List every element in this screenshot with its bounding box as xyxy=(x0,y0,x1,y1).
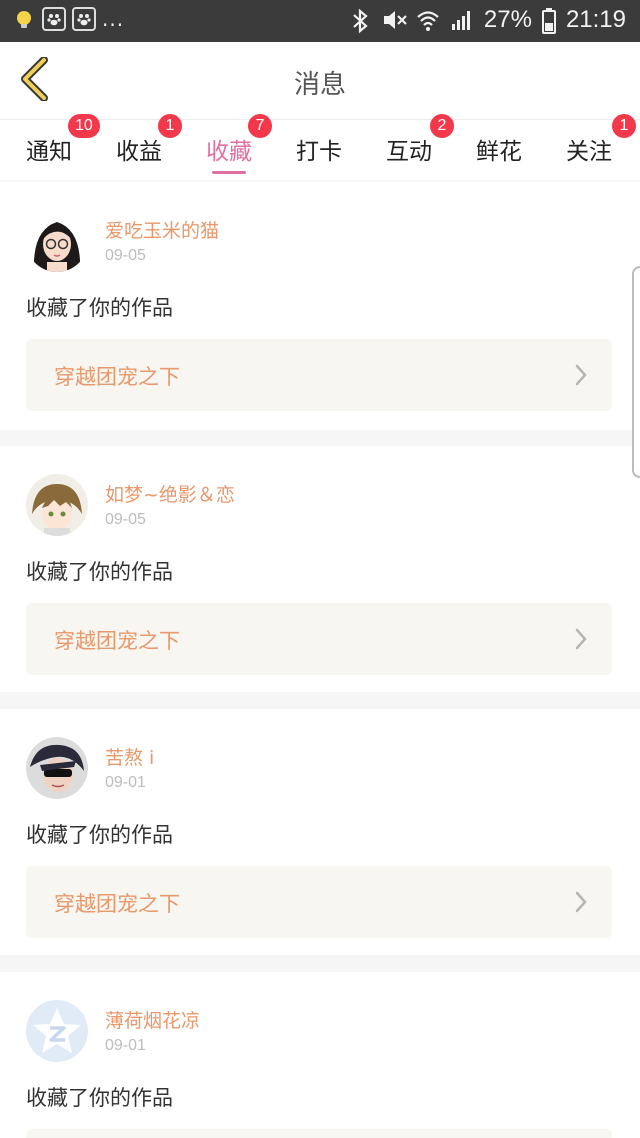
paw-app-icon xyxy=(42,7,66,31)
message-tabs: 通知 10 收益 1 收藏 7 打卡 互动 2 鲜花 关注 1 xyxy=(0,114,640,180)
unread-badge: 1 xyxy=(158,114,182,138)
timestamp: 09-05 xyxy=(105,511,146,528)
username[interactable]: 如梦~绝影＆恋 xyxy=(105,480,235,507)
avatar[interactable] xyxy=(26,737,88,799)
chevron-right-icon xyxy=(574,890,588,914)
tab-checkin[interactable]: 打卡 xyxy=(274,120,364,180)
status-bar: ... 27% 21:19 xyxy=(0,0,640,42)
tab-label: 鲜花 xyxy=(476,139,522,165)
notification-bulb-icon xyxy=(12,7,36,31)
action-text: 收藏了你的作品 xyxy=(26,823,173,847)
username[interactable]: 薄荷烟花凉 xyxy=(105,1006,200,1033)
username[interactable]: 苦熬 i xyxy=(105,743,154,770)
page-title: 消息 xyxy=(293,70,346,100)
battery-icon xyxy=(541,8,556,34)
mute-icon xyxy=(382,8,407,32)
list-item: 薄荷烟花凉 09-01 收藏了你的作品 xyxy=(0,972,640,1138)
app-header: 消息 xyxy=(0,42,640,120)
chevron-right-icon xyxy=(574,627,588,651)
tab-label: 打卡 xyxy=(296,139,342,165)
work-title: 穿越团宠之下 xyxy=(54,629,180,653)
work-title: 穿越团宠之下 xyxy=(54,892,180,916)
unread-badge: 2 xyxy=(430,114,454,138)
action-text: 收藏了你的作品 xyxy=(26,1086,173,1110)
tab-notifications[interactable]: 通知 10 xyxy=(4,114,100,180)
bluetooth-icon xyxy=(348,8,372,34)
action-text: 收藏了你的作品 xyxy=(26,296,173,320)
username[interactable]: 爱吃玉米的猫 xyxy=(105,216,219,243)
clock: 21:19 xyxy=(565,6,626,33)
wifi-icon xyxy=(416,8,440,32)
more-notifications: ... xyxy=(102,7,125,31)
avatar[interactable] xyxy=(26,210,88,272)
work-link[interactable]: 穿越团宠之下 xyxy=(26,339,612,411)
unread-badge: 7 xyxy=(248,114,272,138)
battery-percent: 27% xyxy=(483,6,532,33)
work-link[interactable]: 穿越团宠之下 xyxy=(26,603,612,675)
tab-favorites[interactable]: 收藏 7 xyxy=(184,114,274,180)
scroll-handle[interactable] xyxy=(632,266,640,478)
unread-badge: 1 xyxy=(612,114,636,138)
list-item: 如梦~绝影＆恋 09-05 收藏了你的作品 穿越团宠之下 xyxy=(0,446,640,692)
tab-earnings[interactable]: 收益 1 xyxy=(94,114,184,180)
work-link[interactable] xyxy=(26,1129,612,1138)
active-tab-indicator xyxy=(212,171,246,174)
chevron-right-icon xyxy=(574,363,588,387)
work-link[interactable]: 穿越团宠之下 xyxy=(26,866,612,938)
action-text: 收藏了你的作品 xyxy=(26,560,173,584)
work-title: 穿越团宠之下 xyxy=(54,365,180,389)
timestamp: 09-01 xyxy=(105,774,146,791)
paw-app-icon-2 xyxy=(72,7,96,31)
avatar[interactable] xyxy=(26,474,88,536)
timestamp: 09-05 xyxy=(105,247,146,264)
avatar[interactable] xyxy=(26,1000,88,1062)
tab-flowers[interactable]: 鲜花 xyxy=(454,120,544,180)
timestamp: 09-01 xyxy=(105,1037,146,1054)
list-item: 爱吃玉米的猫 09-05 收藏了你的作品 穿越团宠之下 xyxy=(0,182,640,430)
list-item: 苦熬 i 09-01 收藏了你的作品 穿越团宠之下 xyxy=(0,709,640,955)
tab-interaction[interactable]: 互动 2 xyxy=(364,114,454,180)
tab-following[interactable]: 关注 1 xyxy=(544,114,636,180)
signal-icon xyxy=(450,8,474,32)
